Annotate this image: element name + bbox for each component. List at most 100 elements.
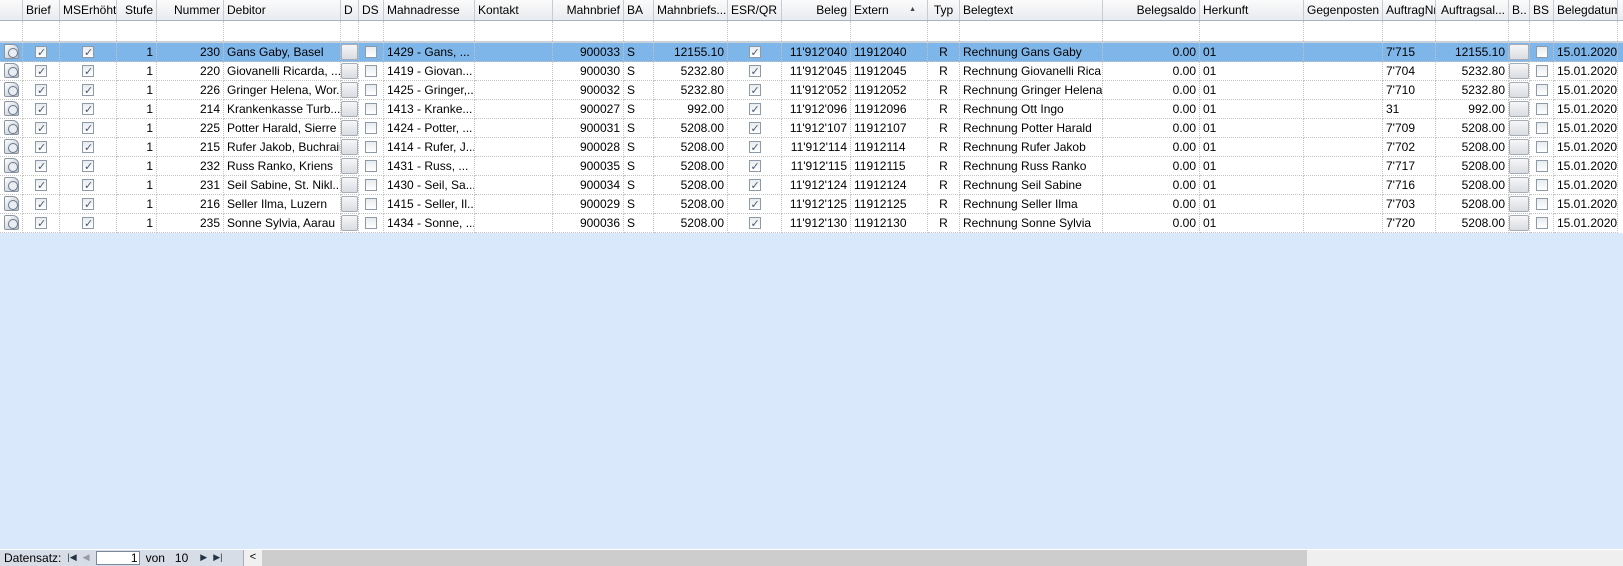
filter-cell-icon[interactable] (0, 21, 23, 41)
filter-cell-b[interactable] (1509, 21, 1530, 41)
mserhoeht-checkbox[interactable] (82, 63, 94, 80)
document-row-icon[interactable] (3, 177, 19, 192)
table-row[interactable]: 1231Seil Sabine, St. Nikl... 1430 - Seil,… (0, 176, 1623, 195)
table-row[interactable]: 1226Gringer Helena, Wor... 1425 - Gringer… (0, 81, 1623, 100)
column-header-kontakt[interactable]: Kontakt (475, 0, 553, 20)
cell-brief[interactable] (23, 43, 60, 62)
mserhoeht-checkbox[interactable] (82, 158, 94, 175)
bs-checkbox[interactable] (1535, 159, 1548, 172)
esrqr-checkbox[interactable] (748, 158, 761, 175)
first-record-icon[interactable]: |◀ (67, 552, 76, 563)
mserhoeht-checkbox[interactable] (82, 101, 94, 118)
filter-cell-auftragsaldo[interactable] (1436, 21, 1509, 41)
d-cell-button[interactable] (341, 139, 358, 155)
filter-cell-herkunft[interactable] (1200, 21, 1304, 41)
cell-icon[interactable] (0, 138, 23, 157)
d-cell-button[interactable] (341, 101, 358, 117)
mserhoeht-checkbox[interactable] (82, 82, 94, 99)
ds-checkbox[interactable] (365, 83, 377, 96)
filter-cell-d[interactable] (341, 21, 359, 41)
esrqr-checkbox[interactable] (748, 120, 761, 137)
esrqr-checkbox[interactable] (748, 196, 761, 213)
esrqr-checkbox[interactable] (748, 101, 761, 118)
cell-bs[interactable] (1530, 62, 1554, 81)
column-header-mahnbrief[interactable]: Mahnbrief (553, 0, 624, 20)
filter-cell-typ[interactable] (928, 21, 960, 41)
cell-mserhoeht[interactable] (60, 157, 117, 176)
cell-d[interactable] (341, 62, 359, 81)
column-header-ds[interactable]: DS (359, 0, 384, 20)
cell-brief[interactable] (23, 214, 60, 233)
document-row-icon[interactable] (3, 139, 19, 154)
filter-cell-mahnbriefsaldo[interactable] (654, 21, 728, 41)
cell-esrqr[interactable] (728, 195, 782, 214)
cell-ds[interactable] (359, 157, 384, 176)
cell-b[interactable] (1509, 195, 1530, 214)
cell-bs[interactable] (1530, 138, 1554, 157)
b-cell-button[interactable] (1509, 177, 1529, 193)
d-cell-button[interactable] (341, 82, 358, 98)
cell-brief[interactable] (23, 119, 60, 138)
column-header-auftragnr[interactable]: AuftragNr (1383, 0, 1436, 20)
filter-cell-stufe[interactable] (117, 21, 157, 41)
table-row[interactable]: 1220Giovanelli Ricarda, ... 1419 - Giovan… (0, 62, 1623, 81)
document-row-icon[interactable] (3, 101, 19, 116)
cell-mserhoeht[interactable] (60, 138, 117, 157)
cell-bs[interactable] (1530, 100, 1554, 119)
cell-d[interactable] (341, 100, 359, 119)
brief-checkbox[interactable] (35, 215, 47, 232)
cell-esrqr[interactable] (728, 43, 782, 62)
cell-brief[interactable] (23, 176, 60, 195)
filter-cell-mahnadresse[interactable] (384, 21, 475, 41)
bs-checkbox[interactable] (1535, 45, 1548, 58)
cell-brief[interactable] (23, 81, 60, 100)
column-header-ba[interactable]: BA (624, 0, 654, 20)
cell-icon[interactable] (0, 81, 23, 100)
filter-cell-gegenposten[interactable] (1304, 21, 1383, 41)
cell-esrqr[interactable] (728, 62, 782, 81)
cell-d[interactable] (341, 81, 359, 100)
cell-d[interactable] (341, 119, 359, 138)
bs-checkbox[interactable] (1535, 140, 1548, 153)
b-cell-button[interactable] (1509, 158, 1529, 174)
b-cell-button[interactable] (1509, 63, 1529, 79)
column-header-belegdatum[interactable]: Belegdatum (1554, 0, 1618, 20)
table-row[interactable]: 1215Rufer Jakob, Buchrain 1414 - Rufer, J… (0, 138, 1623, 157)
column-header-beleg[interactable]: Beleg (782, 0, 851, 20)
cell-b[interactable] (1509, 81, 1530, 100)
ds-checkbox[interactable] (365, 45, 377, 58)
cell-d[interactable] (341, 214, 359, 233)
document-row-icon[interactable] (3, 215, 19, 230)
bs-checkbox[interactable] (1535, 83, 1548, 96)
cell-ds[interactable] (359, 43, 384, 62)
filter-cell-nummer[interactable] (157, 21, 224, 41)
table-row[interactable]: 1214Krankenkasse Turb... 1413 - Kranke...… (0, 100, 1623, 119)
cell-bs[interactable] (1530, 81, 1554, 100)
cell-d[interactable] (341, 176, 359, 195)
mserhoeht-checkbox[interactable] (82, 196, 94, 213)
brief-checkbox[interactable] (35, 139, 47, 156)
b-cell-button[interactable] (1509, 196, 1529, 212)
brief-checkbox[interactable] (35, 120, 47, 137)
document-row-icon[interactable] (3, 158, 19, 173)
cell-mserhoeht[interactable] (60, 195, 117, 214)
cell-esrqr[interactable] (728, 100, 782, 119)
column-header-brief[interactable]: Brief (23, 0, 60, 20)
mserhoeht-checkbox[interactable] (82, 215, 94, 232)
bs-checkbox[interactable] (1535, 102, 1548, 115)
mserhoeht-checkbox[interactable] (82, 44, 94, 61)
table-row[interactable]: 1232Russ Ranko, Kriens 1431 - Russ, ... 90… (0, 157, 1623, 176)
document-row-icon[interactable] (3, 63, 19, 78)
cell-brief[interactable] (23, 100, 60, 119)
column-header-auftragsaldo[interactable]: Auftragsal... (1436, 0, 1509, 20)
cell-icon[interactable] (0, 119, 23, 138)
scroll-left-icon[interactable]: < (244, 549, 262, 566)
d-cell-button[interactable] (341, 120, 358, 136)
cell-bs[interactable] (1530, 195, 1554, 214)
b-cell-button[interactable] (1509, 101, 1529, 117)
cell-mserhoeht[interactable] (60, 119, 117, 138)
brief-checkbox[interactable] (35, 196, 47, 213)
d-cell-button[interactable] (341, 196, 358, 212)
filter-cell-ds[interactable] (359, 21, 384, 41)
cell-bs[interactable] (1530, 214, 1554, 233)
